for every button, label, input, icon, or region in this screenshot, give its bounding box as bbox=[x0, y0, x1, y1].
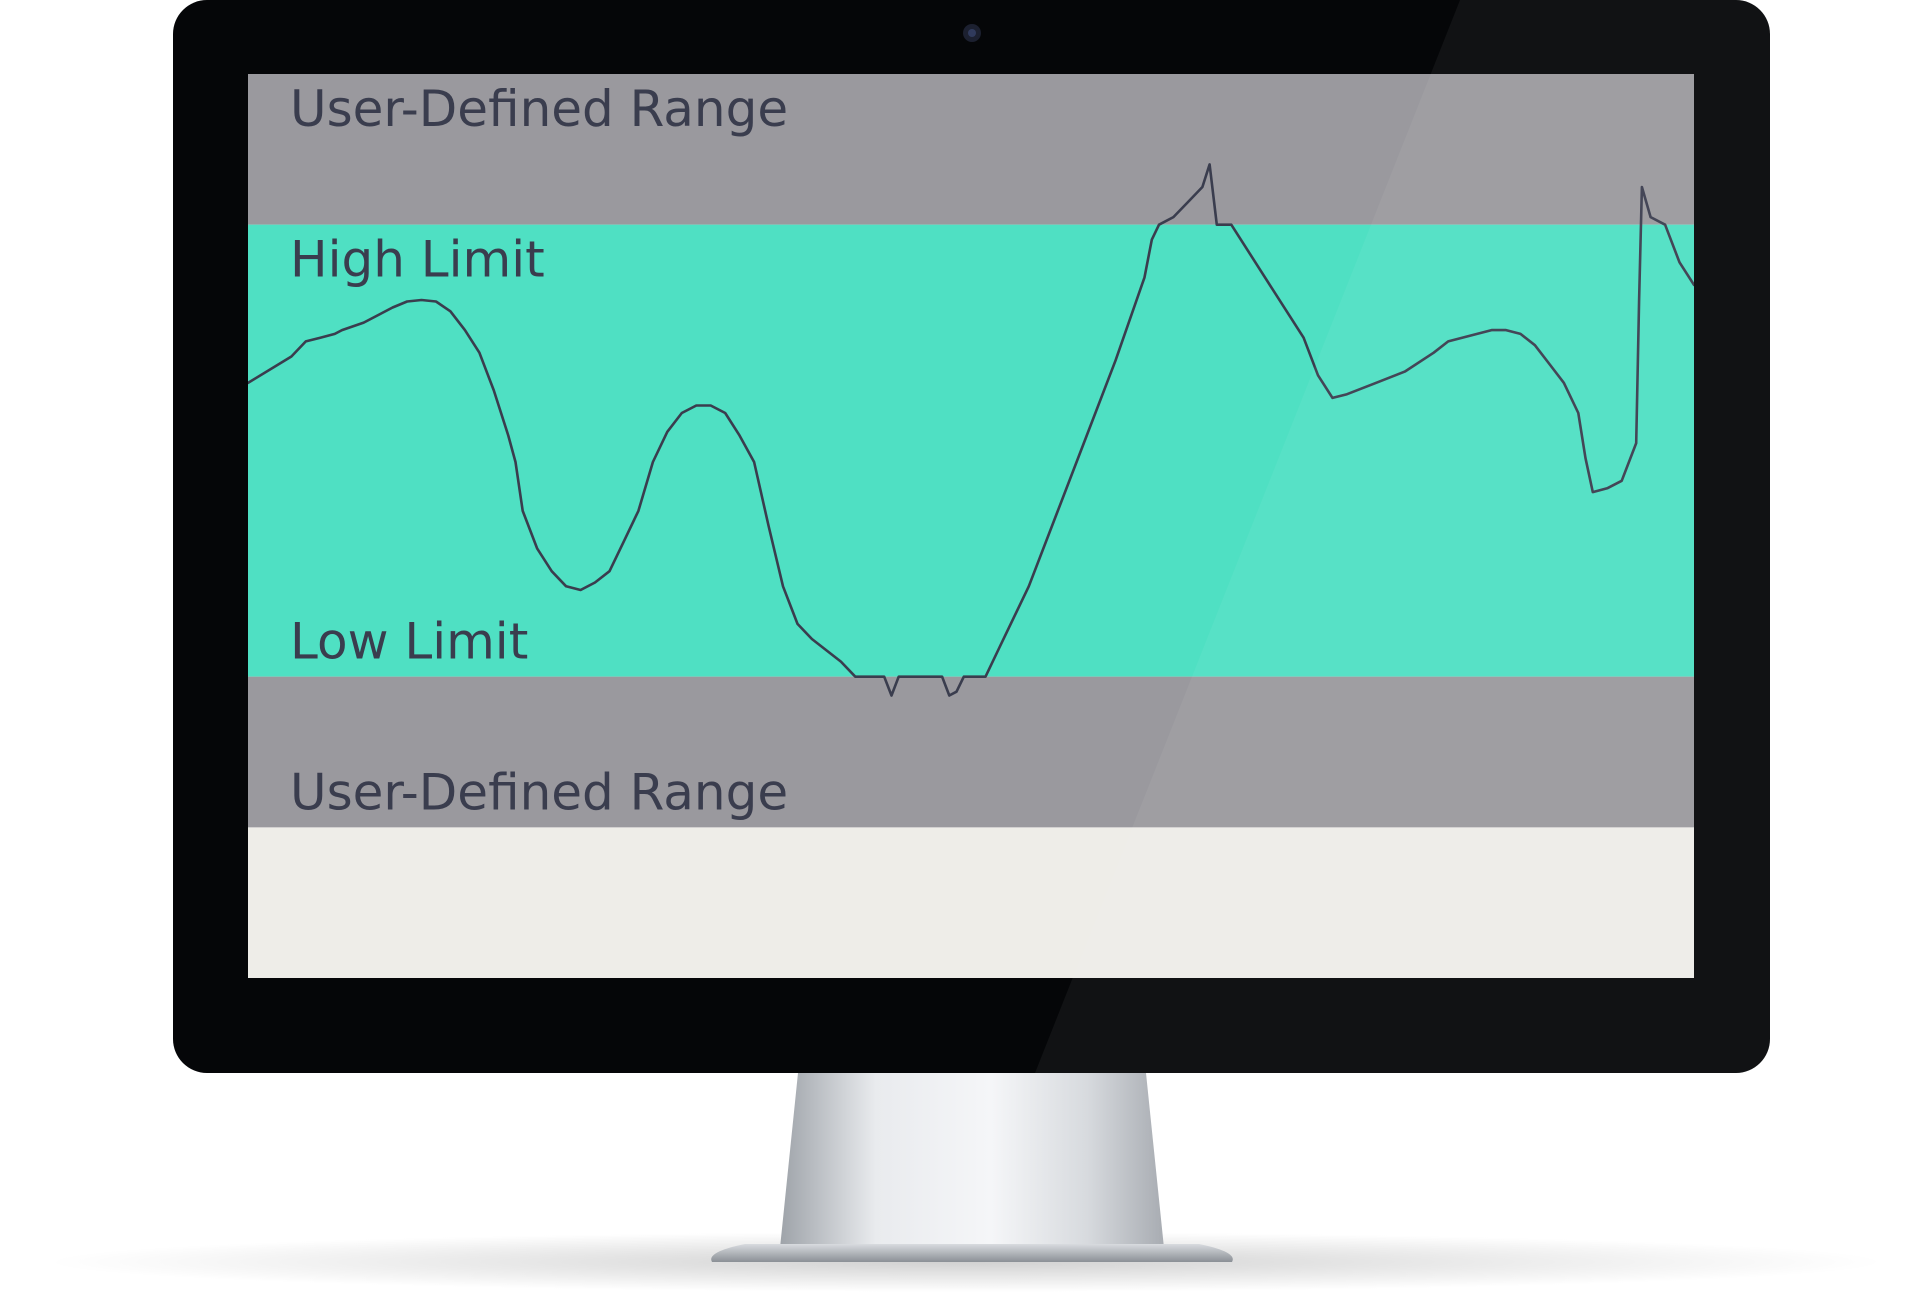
monitor-illustration: User-Defined Range High Limit Low Limit Use… bbox=[46, 0, 1886, 1292]
monitor-stand-base bbox=[711, 1244, 1233, 1262]
band-label-3: User-Defined Range bbox=[290, 763, 788, 821]
monitor-stand bbox=[780, 1073, 1164, 1248]
band-label-2: Low Limit bbox=[290, 613, 528, 671]
band-label-1: High Limit bbox=[290, 231, 545, 289]
band-label-0: User-Defined Range bbox=[290, 80, 788, 138]
